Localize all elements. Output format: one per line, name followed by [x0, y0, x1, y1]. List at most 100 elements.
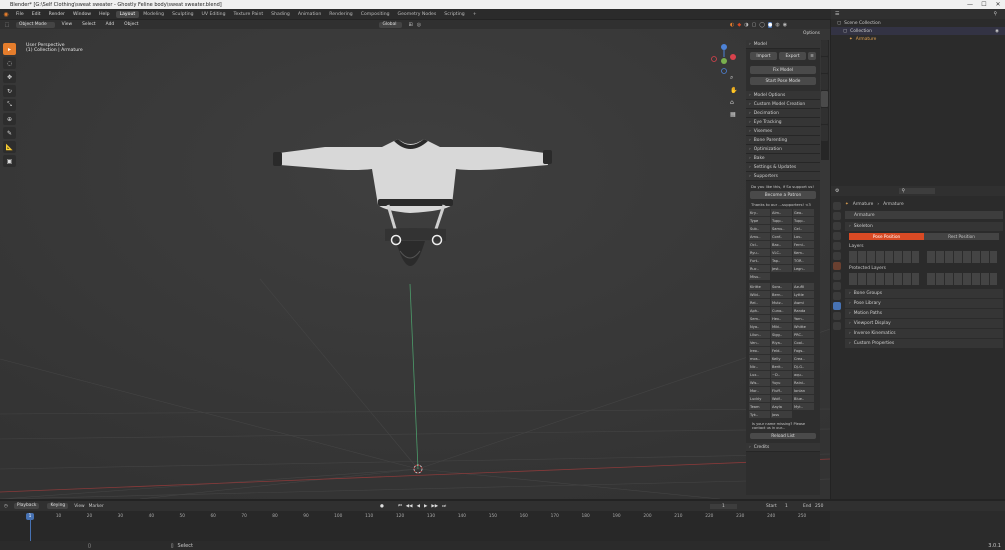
view-layer-tab-icon[interactable]: [833, 232, 841, 240]
become-patron-button[interactable]: Become a Patron: [750, 191, 816, 199]
shading-wire-icon[interactable]: ◯: [759, 22, 765, 28]
rotate-tool-icon[interactable]: ↻: [3, 85, 16, 97]
texture-tab-icon[interactable]: [833, 322, 841, 330]
pan-hand-icon[interactable]: ✋: [730, 87, 737, 94]
frame-ruler[interactable]: 1102030405060708090100110120130140150160…: [0, 511, 830, 541]
section-bake[interactable]: Bake: [746, 154, 820, 163]
section-eye-tracking[interactable]: Eye Tracking: [746, 118, 820, 127]
overlay-toggle-icon[interactable]: ◑: [744, 22, 748, 28]
properties-type-icon[interactable]: ⚙: [835, 188, 839, 194]
blender-logo-icon[interactable]: ◉: [0, 11, 12, 18]
world-tab-icon[interactable]: [833, 252, 841, 260]
section-settings-updates[interactable]: Settings & Updates: [746, 163, 820, 172]
editor-type-icon[interactable]: ⬚: [0, 22, 14, 28]
fix-model-button[interactable]: Fix Model: [750, 66, 816, 74]
menu-object[interactable]: Object: [121, 22, 141, 28]
camera-icon[interactable]: ⌂: [730, 99, 737, 106]
section-bone-parenting[interactable]: Bone Parenting: [746, 136, 820, 145]
scene-collection-row[interactable]: ▢ Scene Collection: [831, 19, 1005, 27]
proportional-edit-icon[interactable]: ◎: [417, 22, 421, 28]
cursor-tool-icon[interactable]: ◌: [3, 57, 16, 69]
start-frame-field[interactable]: 1: [785, 504, 788, 509]
maximize-button[interactable]: ☐: [977, 0, 991, 9]
section-supporters[interactable]: Supporters: [746, 172, 820, 181]
menu-select[interactable]: Select: [79, 22, 99, 28]
tab-rendering[interactable]: Rendering: [325, 11, 356, 18]
options-dropdown[interactable]: Options: [803, 31, 820, 36]
tab-tool[interactable]: [821, 57, 828, 73]
physics-tab-icon[interactable]: [833, 282, 841, 290]
xray-icon[interactable]: ▢: [752, 22, 757, 28]
menu-window[interactable]: Window: [69, 12, 95, 17]
section-credits[interactable]: Credits: [746, 443, 820, 452]
keying-menu[interactable]: Keying: [47, 503, 69, 509]
tab-item[interactable]: [821, 40, 828, 56]
section-custom-model-creation[interactable]: Custom Model Creation: [746, 100, 820, 109]
transform-tool-icon[interactable]: ⊕: [3, 113, 16, 125]
bone-layers-grid[interactable]: [845, 251, 1003, 263]
mode-selector[interactable]: Object Mode: [16, 21, 55, 28]
section-custom-properties[interactable]: Custom Properties: [845, 339, 1003, 348]
properties-search-icon[interactable]: ⚲: [899, 188, 936, 194]
tab-compositing[interactable]: Compositing: [357, 11, 394, 18]
menu-file[interactable]: File: [12, 12, 28, 17]
shading-solid-icon[interactable]: ●: [767, 21, 773, 28]
jump-start-icon[interactable]: ⏮: [398, 503, 402, 509]
tab-misc[interactable]: [821, 125, 828, 141]
add-cube-tool-icon[interactable]: ▣: [3, 155, 16, 167]
gizmo-toggle-icon[interactable]: ◆: [737, 22, 741, 28]
tool-tab-icon[interactable]: [833, 202, 841, 210]
rest-position-button[interactable]: Rest Position: [924, 233, 999, 240]
outliner-type-icon[interactable]: ☰: [835, 11, 839, 17]
import-button[interactable]: Import: [750, 52, 777, 60]
render-tab-icon[interactable]: [833, 212, 841, 220]
visibility-eye-icon[interactable]: ◉: [995, 29, 999, 34]
play-reverse-icon[interactable]: ◀: [417, 504, 420, 509]
play-icon[interactable]: ▶: [424, 504, 427, 509]
protected-layers-grid[interactable]: [845, 273, 1003, 285]
skeleton-section-header[interactable]: Skeleton: [845, 222, 1003, 231]
section-viewport-display[interactable]: Viewport Display: [845, 319, 1003, 328]
shading-material-icon[interactable]: ◍: [775, 22, 779, 28]
tab-animation[interactable]: Animation: [294, 11, 325, 18]
select-tool-icon[interactable]: ▸: [3, 43, 16, 55]
current-frame-field[interactable]: 1: [710, 503, 737, 509]
bone-tab-icon[interactable]: [833, 312, 841, 320]
section-decimation[interactable]: Decimation: [746, 109, 820, 118]
next-key-icon[interactable]: ▶▶: [431, 504, 438, 509]
object-tab-icon[interactable]: [833, 262, 841, 270]
pose-position-button[interactable]: Pose Position: [849, 233, 924, 240]
tab-uv-editing[interactable]: UV Editing: [198, 11, 230, 18]
measure-tool-icon[interactable]: 📐: [3, 141, 16, 153]
scale-tool-icon[interactable]: ⤡: [3, 99, 16, 111]
reload-list-button[interactable]: Reload List: [750, 433, 816, 439]
shading-render-icon[interactable]: ◉: [783, 22, 787, 28]
prev-key-icon[interactable]: ◀◀: [406, 504, 413, 509]
tab-sculpting[interactable]: Sculpting: [168, 11, 197, 18]
collection-row[interactable]: ▢ Collection ◉: [831, 27, 1005, 35]
menu-icon[interactable]: ≡: [808, 52, 816, 60]
minimize-button[interactable]: —: [963, 0, 977, 9]
section-motion-paths[interactable]: Motion Paths: [845, 309, 1003, 318]
section-model-options[interactable]: Model Options: [746, 91, 820, 100]
timeline-type-icon[interactable]: ◷: [4, 504, 8, 509]
armature-row[interactable]: ✦ Armature: [831, 35, 1005, 43]
menu-view[interactable]: View: [59, 22, 75, 28]
output-tab-icon[interactable]: [833, 222, 841, 230]
ortho-grid-icon[interactable]: ▦: [730, 111, 737, 118]
playhead[interactable]: 1: [26, 513, 34, 520]
record-icon[interactable]: ●: [380, 504, 384, 509]
close-button[interactable]: ✕: [991, 0, 1005, 9]
move-tool-icon[interactable]: ✥: [3, 71, 16, 83]
tab-shading[interactable]: Shading: [267, 11, 294, 18]
tab-cats[interactable]: [821, 91, 828, 107]
snap-icon[interactable]: ⊞: [408, 22, 412, 28]
modifier-tab-icon[interactable]: [833, 272, 841, 280]
tab-view[interactable]: [821, 74, 828, 90]
3d-viewport[interactable]: User Perspective (1) Collection | Armatu…: [0, 29, 830, 499]
section-optimization[interactable]: Optimization: [746, 145, 820, 154]
tab-scripting[interactable]: Scripting: [440, 11, 468, 18]
add-workspace-button[interactable]: +: [469, 11, 481, 18]
menu-render[interactable]: Render: [45, 12, 69, 17]
timeline-view-menu[interactable]: View: [74, 504, 84, 509]
